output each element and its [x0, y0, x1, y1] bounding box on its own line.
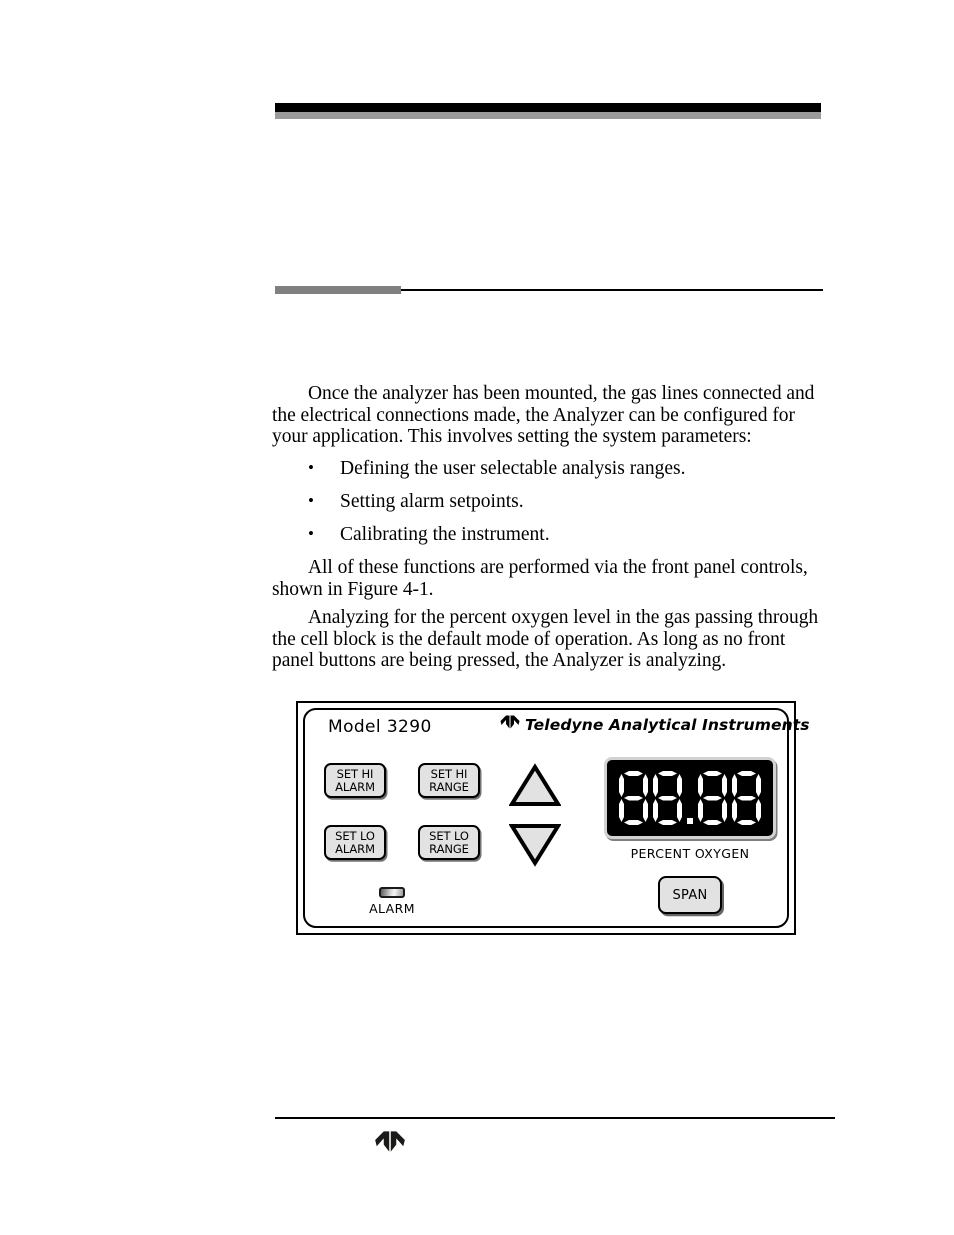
panel-brand-text: Teledyne Analytical Instruments — [525, 715, 810, 734]
led-decimal-point — [687, 818, 693, 824]
figure-front-panel: Model 3290 Teledyne Analytical Instrumen… — [296, 701, 809, 935]
down-arrow-button[interactable] — [508, 823, 562, 867]
panel-model-label: Model 3290 — [328, 717, 432, 737]
paragraph-front-panel: All of these functions are performed via… — [272, 557, 808, 600]
up-arrow-button[interactable] — [508, 763, 562, 807]
bullet-icon: • — [308, 523, 314, 543]
set-lo-range-button[interactable]: SET LO RANGE — [418, 825, 480, 860]
button-label-line1: SET HI — [336, 767, 374, 781]
led-display-caption: PERCENT OXYGEN — [630, 846, 750, 861]
bullet-icon: • — [308, 457, 314, 477]
set-hi-alarm-button[interactable]: SET HI ALARM — [324, 763, 386, 798]
teledyne-bird-icon — [500, 714, 520, 735]
led-digit-4 — [732, 771, 761, 825]
paragraph-analyzing: Analyzing for the percent oxygen level i… — [272, 607, 819, 672]
set-hi-range-button[interactable]: SET HI RANGE — [418, 763, 480, 798]
section-rule-gray-segment — [275, 286, 401, 294]
led-digit-2 — [653, 771, 682, 825]
button-label-line2: RANGE — [429, 841, 469, 856]
bullet-icon: • — [308, 490, 314, 510]
button-label-line1: SET LO — [429, 829, 469, 843]
button-label-line2: ALARM — [335, 841, 375, 856]
led-digit-3 — [698, 771, 727, 825]
button-label-line1: SET LO — [335, 829, 375, 843]
teledyne-bird-icon — [369, 1129, 411, 1154]
led-digit-group — [619, 771, 761, 825]
footer-rule — [275, 1117, 835, 1119]
button-label-line2: RANGE — [429, 779, 469, 794]
set-lo-alarm-button[interactable]: SET LO ALARM — [324, 825, 386, 860]
list-item: • Calibrating the instrument. — [272, 524, 824, 546]
parameter-bullet-list: • Defining the user selectable analysis … — [272, 458, 824, 546]
led-digit-1 — [619, 771, 648, 825]
led-display — [604, 757, 776, 839]
span-button-label: SPAN — [672, 887, 708, 903]
alarm-led-icon — [379, 887, 405, 898]
header-rule-gray — [275, 112, 821, 119]
panel-brand: Teledyne Analytical Instruments — [500, 714, 810, 735]
list-item: • Defining the user selectable analysis … — [272, 458, 824, 480]
button-label-line2: ALARM — [335, 779, 375, 794]
list-item-label: Calibrating the instrument. — [340, 523, 550, 545]
span-button[interactable]: SPAN — [658, 876, 722, 914]
alarm-label: ALARM — [369, 901, 415, 916]
list-item-label: Defining the user selectable analysis ra… — [340, 457, 686, 479]
document-body: Once the analyzer has been mounted, the … — [272, 383, 824, 679]
button-label-line1: SET HI — [430, 767, 468, 781]
list-item: • Setting alarm setpoints. — [272, 491, 824, 513]
header-rule-black — [275, 103, 821, 112]
paragraph-intro: Once the analyzer has been mounted, the … — [272, 383, 815, 448]
list-item-label: Setting alarm setpoints. — [340, 490, 524, 512]
